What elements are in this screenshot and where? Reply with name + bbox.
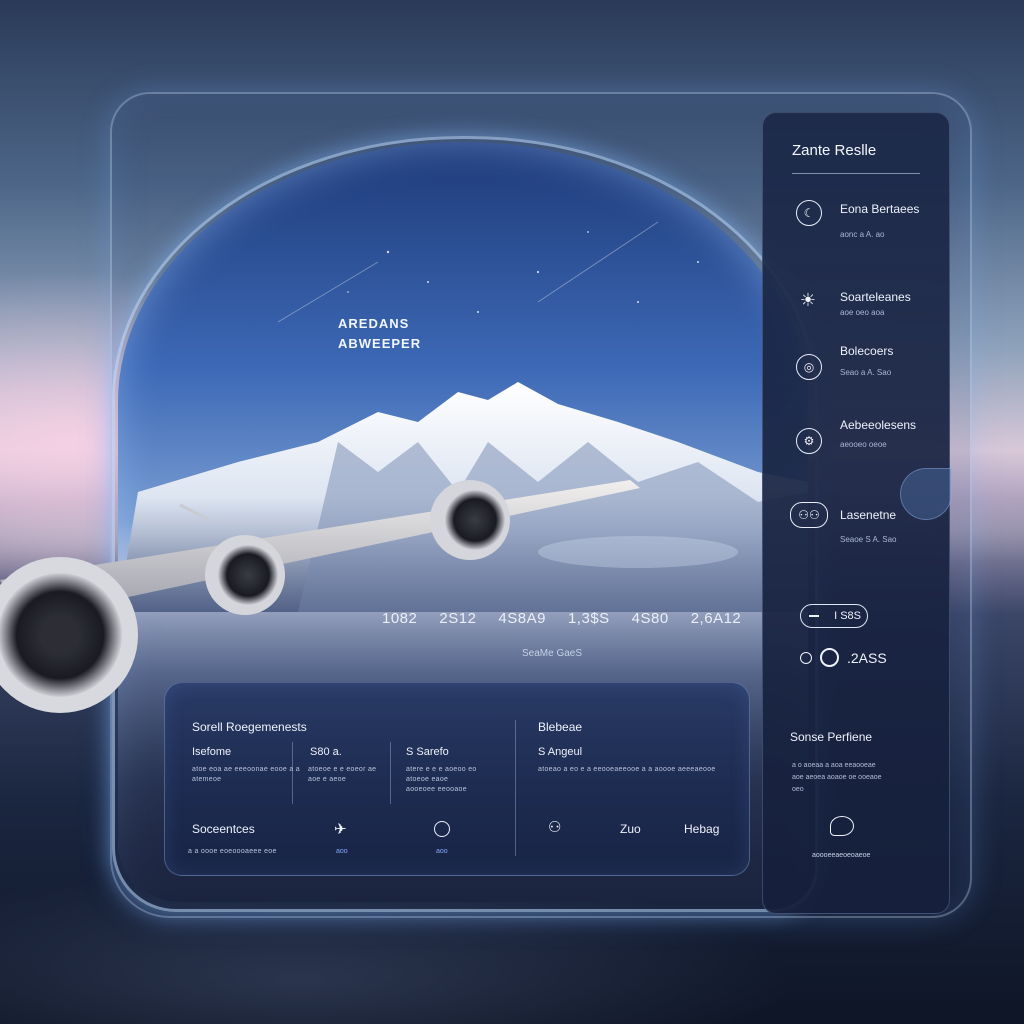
sidebar-item-label[interactable]: Eona Bertaees <box>840 202 919 216</box>
sidebar-pill-value: I S8S <box>834 610 861 622</box>
group-icon[interactable]: ⚇ <box>548 818 561 836</box>
metric-value: 1082 <box>382 610 418 627</box>
panel-right-icon2-label[interactable]: Zuo <box>620 822 641 836</box>
circle-icon[interactable] <box>434 821 450 837</box>
circle-icon[interactable]: ◎ <box>796 354 822 380</box>
radio-icon[interactable] <box>800 651 812 664</box>
sidebar-accent-shape <box>900 468 952 520</box>
panel-col2-desc: atoeoe e e eoeor ae <box>308 766 377 773</box>
panel-col3-desc: atere e e e aoeoo eo <box>406 766 477 773</box>
sidebar-item-label[interactable]: Bolecoers <box>840 344 893 358</box>
plane-icon[interactable]: ✈ <box>334 820 347 838</box>
sidebar-item-label[interactable]: Aebeeolesens <box>840 418 916 432</box>
panel-action-label[interactable]: Soceentces <box>192 822 255 836</box>
sidebar-item-sub: aonc a A. ao <box>840 230 885 239</box>
radio-icon[interactable] <box>820 648 839 667</box>
panel-col2-value: S80 a. <box>310 746 342 758</box>
sidebar-item-sub: aoe oeo aoa <box>840 308 885 317</box>
gear-icon[interactable]: ⚙ <box>796 428 822 454</box>
panel-right-desc: atoeao a eo e a eeooeaeeooe a a aoooe ae… <box>538 766 716 773</box>
panel-action-desc: a a oooe eoeoooaeee eoe <box>188 848 277 855</box>
sidebar-item-label[interactable]: Soarteleanes <box>840 290 911 304</box>
panel-col3-desc2: atoeoe eaoe <box>406 776 449 783</box>
metric-value: 2,6A12 <box>690 610 742 627</box>
metric-value: 2S12 <box>439 610 477 627</box>
panel-divider <box>515 720 516 856</box>
viewport-title-line2: ABWEEPER <box>338 336 422 351</box>
viewport-title-line1: AREDANS <box>338 316 410 331</box>
sidebar-pill[interactable]: I S8S <box>800 604 868 628</box>
sidebar-title-underline <box>792 173 920 174</box>
plane-icon-caption: aoo <box>336 848 348 855</box>
panel-col1-desc2: atemeoe <box>192 776 222 783</box>
metric-value: 4S80 <box>631 610 669 627</box>
moon-icon[interactable]: ☾ <box>796 200 822 226</box>
sun-icon[interactable]: ☀ <box>796 288 820 312</box>
info-panel <box>164 682 750 876</box>
metrics-caption: SeaMe GaeS <box>522 648 583 659</box>
sidebar-item-sub: aeooeo oeoe <box>840 440 887 449</box>
circle-icon-caption: aoo <box>436 848 448 855</box>
sidebar-item-sub: Seao a A. Sao <box>840 368 892 377</box>
sidebar-toggle-row[interactable]: .2ASS <box>800 648 887 667</box>
sidebar-title: Zante Reslle <box>792 142 877 159</box>
sidebar-section-desc: aoe aeoea aoaoe oe ooeaoe <box>792 774 882 781</box>
sidebar-section-desc: a o aoeaa a aoa eeaooeae <box>792 762 876 769</box>
panel-divider <box>292 742 293 804</box>
panel-col3-desc3: aooeoee eeooaoe <box>406 786 467 793</box>
metrics-row: 1082 2S12 4S8A9 1,3$S 4S80 2,6A12 <box>382 610 741 627</box>
viewport-title: AREDANS ABWEEPER <box>338 314 421 354</box>
panel-right-title: Blebeae <box>538 720 583 734</box>
panel-col3-value: S Sarefo <box>406 746 449 758</box>
panel-col2-desc2: aoe e aeoe <box>308 776 347 783</box>
chat-bubble-icon[interactable] <box>830 816 854 836</box>
panel-divider <box>390 742 391 804</box>
panel-right-sub: S Angeul <box>538 746 583 758</box>
panel-right-icon3-label[interactable]: Hebag <box>684 822 719 836</box>
panel-col1-desc: atoe eoa ae eeeoonae eooe a a <box>192 766 300 773</box>
metric-value: 4S8A9 <box>498 610 546 627</box>
metric-value: 1,3$S <box>567 610 610 627</box>
sidebar-item-sub: Seaoe S A. Sao <box>840 535 897 544</box>
panel-col1-label: Isefome <box>192 746 232 758</box>
panel-left-title: Sorell Roegemenests <box>192 720 307 734</box>
sidebar-footer: aoooeeaeoeoaeoe <box>812 852 871 859</box>
sidebar-section-desc: oeo <box>792 786 804 793</box>
group-icon[interactable]: ⚇⚇ <box>790 502 828 528</box>
sidebar-toggle-value: .2ASS <box>847 649 887 666</box>
sidebar-section-title: Sonse Perfiene <box>790 730 873 744</box>
sidebar-item-label[interactable]: Lasenetne <box>840 508 896 522</box>
